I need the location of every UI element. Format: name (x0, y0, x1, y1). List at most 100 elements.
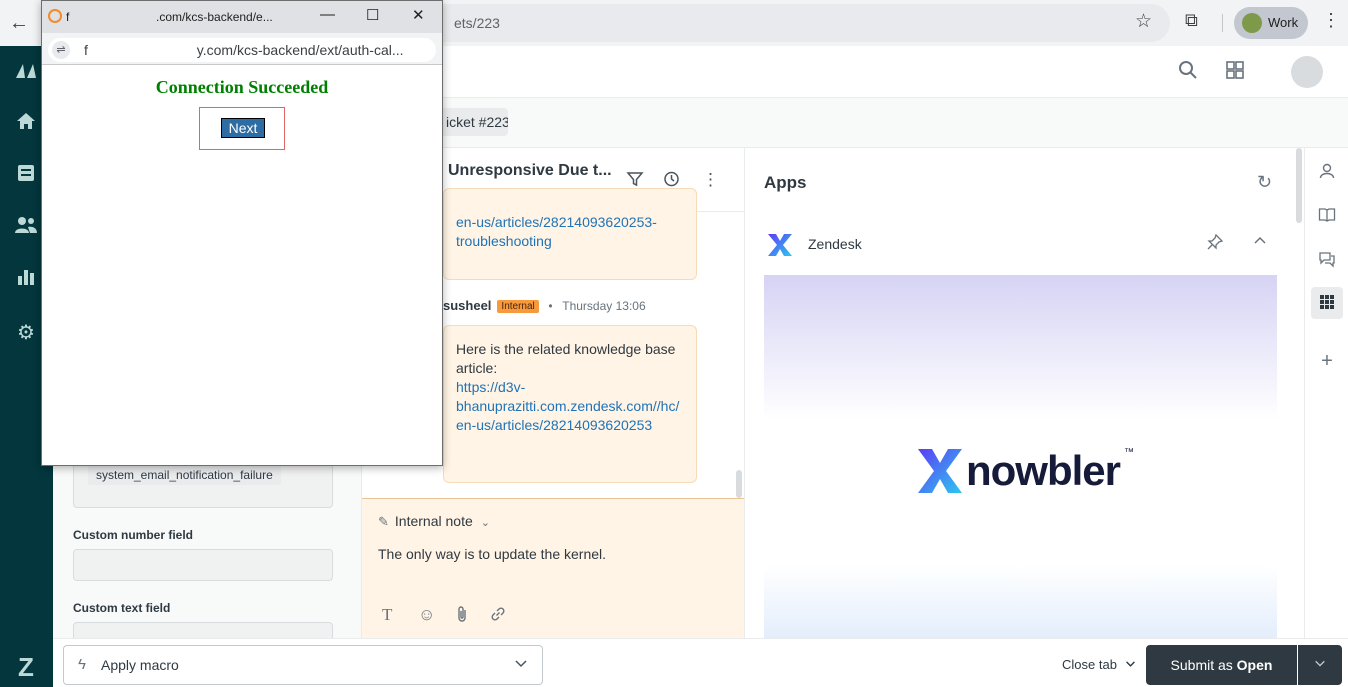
search-svg (1179, 61, 1197, 79)
article-link-part2[interactable]: troubleshooting (456, 233, 552, 249)
submit-button[interactable]: Submit as Open (1146, 645, 1297, 685)
message-text: Here is the related knowledge base artic… (456, 341, 676, 376)
auth-popup-window: f .com/kcs-backend/e... — ☐ ✕ ⇌ f y.com/… (41, 0, 443, 466)
grid-svg (1226, 61, 1244, 79)
customers-svg (15, 217, 37, 233)
chevron-down-icon (514, 656, 528, 673)
kb-link-line3[interactable]: en-us/articles/28214093620253 (456, 417, 652, 433)
text-format-icon[interactable]: T (382, 605, 392, 625)
close-tab-dropdown[interactable]: Close tab (1062, 657, 1136, 672)
refresh-icon[interactable]: ↻ (1257, 172, 1272, 193)
submit-prefix: Submit as (1170, 657, 1237, 673)
history-svg (664, 171, 679, 187)
apps-title: Apps (764, 173, 807, 192)
ticket-subject: Unresponsive Due t... (448, 162, 612, 179)
back-arrow-icon[interactable]: ← (4, 8, 34, 38)
app-iframe[interactable]: nowbler ™ (764, 275, 1277, 638)
address-bar-url: ets/223 (454, 15, 500, 31)
popup-url: f y.com/kcs-backend/ext/auth-cal... (84, 42, 404, 58)
person-svg (1319, 163, 1335, 179)
popup-url-field[interactable]: ⇌ f y.com/kcs-backend/ext/auth-cal... (48, 38, 436, 62)
zendesk-product-icon[interactable] (11, 58, 41, 88)
chevron-down-icon: ⌄ (480, 517, 490, 529)
apps-scrollbar[interactable] (1296, 148, 1302, 223)
context-panel-bar: + (1304, 148, 1348, 638)
chevron-down-icon (1125, 657, 1136, 672)
message-author-line: susheel Internal • Thursday 13:06 (443, 298, 646, 313)
customer-context-icon[interactable] (1305, 162, 1348, 185)
minimize-icon[interactable]: — (320, 6, 335, 23)
apply-macro-dropdown[interactable]: ϟ Apply macro (63, 645, 543, 685)
message-bubble: Here is the related knowledge base artic… (443, 325, 697, 483)
chevron-up-icon[interactable] (1253, 234, 1267, 253)
chevron-svg (1125, 661, 1135, 667)
ticket-footer: ϟ Apply macro Close tab Submit as Open (53, 638, 1348, 687)
extensions-puzzle-icon[interactable]: ⧉ (1185, 10, 1198, 31)
site-favicon-icon (48, 9, 62, 23)
composer-text[interactable]: The only way is to update the kernel. (378, 546, 606, 562)
profile-button[interactable]: Work (1234, 7, 1308, 39)
conversation-scrollbar[interactable] (736, 470, 742, 498)
popup-content: Connection Succeeded Next (42, 65, 442, 465)
close-tab-label: Close tab (1062, 657, 1117, 672)
custom-number-label: Custom number field (73, 528, 194, 542)
site-info-icon[interactable]: ⇌ (52, 41, 70, 59)
chevron-svg (1315, 660, 1325, 667)
reporting-svg (18, 270, 34, 285)
article-link-part1[interactable]: en-us/articles/28214093620253- (456, 214, 657, 230)
custom-number-input[interactable] (73, 549, 333, 581)
submit-status: Open (1236, 657, 1273, 673)
book-svg (1318, 208, 1336, 222)
views-icon[interactable] (11, 162, 41, 192)
popup-title: f .com/kcs-backend/e... (66, 10, 273, 24)
emoji-icon[interactable]: ☺ (418, 605, 435, 625)
search-icon[interactable] (1178, 60, 1198, 86)
apply-macro-label: Apply macro (101, 657, 179, 673)
submit-options-chevron-icon[interactable] (1298, 645, 1342, 685)
link-svg (491, 607, 505, 621)
add-app-plus-icon[interactable]: + (1305, 350, 1348, 373)
kb-link-line1[interactable]: https://d3v- (456, 379, 525, 395)
admin-gear-icon[interactable]: ⚙ (11, 318, 41, 348)
message-bubble: en-us/articles/28214093620253- troublesh… (443, 188, 697, 280)
pin-icon[interactable] (1207, 233, 1224, 255)
message-separator: • (548, 299, 553, 313)
conversations-icon[interactable] (1305, 250, 1348, 273)
message-time: Thursday 13:06 (562, 299, 646, 313)
next-button[interactable]: Next (221, 118, 265, 138)
nowbler-mark-icon (918, 449, 962, 493)
close-icon[interactable]: ✕ (412, 6, 425, 24)
apps-grid-icon[interactable] (1305, 294, 1348, 315)
paperclip-svg (458, 606, 466, 622)
link-icon[interactable] (489, 605, 507, 628)
profile-name: Work (1268, 15, 1299, 30)
custom-text-label: Custom text field (73, 601, 171, 615)
reporting-icon[interactable] (11, 266, 41, 296)
popup-titlebar: f .com/kcs-backend/e... — ☐ ✕ (42, 1, 442, 33)
trademark-symbol: ™ (1124, 447, 1134, 458)
bookmark-star-icon[interactable]: ☆ (1135, 10, 1152, 33)
attachment-icon[interactable] (455, 605, 469, 628)
composer-channel-selector[interactable]: ✎ Internal note ⌄ (378, 513, 490, 530)
user-avatar[interactable] (1291, 56, 1323, 88)
home-icon[interactable] (11, 110, 41, 140)
tab-ticket-223[interactable]: icket #223 (440, 108, 508, 136)
apps-grid-svg (1320, 295, 1334, 309)
internal-badge: Internal (497, 300, 539, 313)
apps-panel: Apps ↻ Zendesk nowbler ™ (745, 148, 1302, 638)
app-name: Zendesk (808, 236, 862, 252)
product-tray-icon (16, 64, 36, 78)
next-button-highlight: Next (199, 107, 285, 150)
tag-chip[interactable]: system_email_notification_failure (88, 465, 281, 485)
connection-success-message: Connection Succeeded (155, 77, 329, 97)
kb-link-line2[interactable]: bhanuprazitti.com.zendesk.com//hc/ (456, 398, 679, 414)
edit-note-icon: ✎ (378, 514, 389, 529)
chevron-svg (515, 660, 527, 668)
product-grid-icon[interactable] (1225, 60, 1245, 86)
knowledge-book-icon[interactable] (1305, 206, 1348, 229)
maximize-icon[interactable]: ☐ (366, 6, 379, 24)
reply-composer[interactable]: ✎ Internal note ⌄ The only way is to updat… (362, 498, 744, 638)
customers-icon[interactable] (11, 214, 41, 244)
browser-menu-icon[interactable]: ⋮ (1322, 10, 1340, 31)
more-options-icon[interactable]: ⋮ (702, 170, 719, 190)
